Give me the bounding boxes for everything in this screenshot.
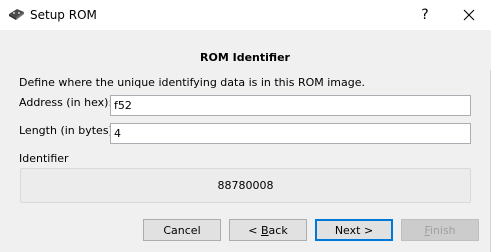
title-bar: Setup ROM ? — [0, 0, 491, 30]
back-button[interactable]: < Back — [229, 219, 307, 241]
identifier-display: 88780008 — [20, 168, 471, 203]
cancel-button[interactable]: Cancel — [143, 219, 221, 241]
address-label: Address (in hex): — [19, 96, 113, 109]
cancel-button-label: Cancel — [163, 223, 201, 237]
identifier-value: 88780008 — [217, 179, 274, 192]
identifier-label: Identifier — [19, 152, 69, 165]
close-icon — [463, 9, 475, 21]
setup-rom-dialog: Setup ROM ? ROM Identifier Define where … — [0, 0, 491, 252]
next-button-label: Next > — [334, 223, 374, 237]
wizard-header — [0, 30, 491, 70]
close-button[interactable] — [449, 0, 489, 30]
length-label: Length (in bytes): — [19, 124, 117, 137]
window-title: Setup ROM — [30, 8, 97, 22]
finish-button[interactable]: Finish — [401, 219, 479, 241]
finish-button-label: Finish — [424, 223, 456, 237]
gamepad-icon — [8, 8, 25, 21]
page-description: Define where the unique identifying data… — [19, 76, 365, 89]
help-button[interactable]: ? — [405, 0, 445, 30]
back-button-label: < Back — [248, 223, 288, 237]
length-input[interactable]: 4 — [110, 123, 471, 144]
address-input[interactable]: f52 — [110, 95, 471, 116]
next-button[interactable]: Next > — [315, 219, 393, 241]
help-glyph: ? — [421, 7, 429, 23]
page-title: ROM Identifier — [200, 51, 290, 64]
